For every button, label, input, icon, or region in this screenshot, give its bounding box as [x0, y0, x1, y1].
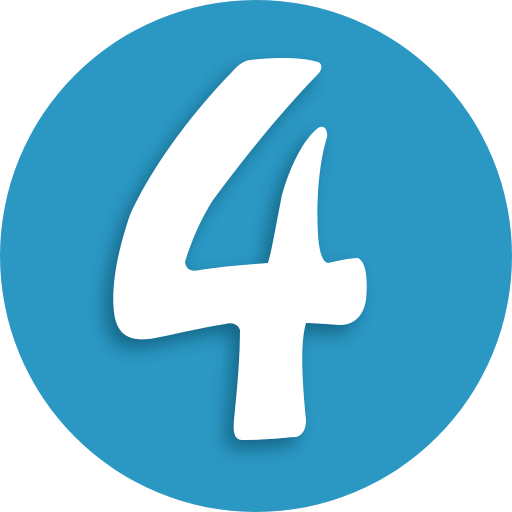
number-four-badge-icon: 4 — [0, 0, 512, 512]
